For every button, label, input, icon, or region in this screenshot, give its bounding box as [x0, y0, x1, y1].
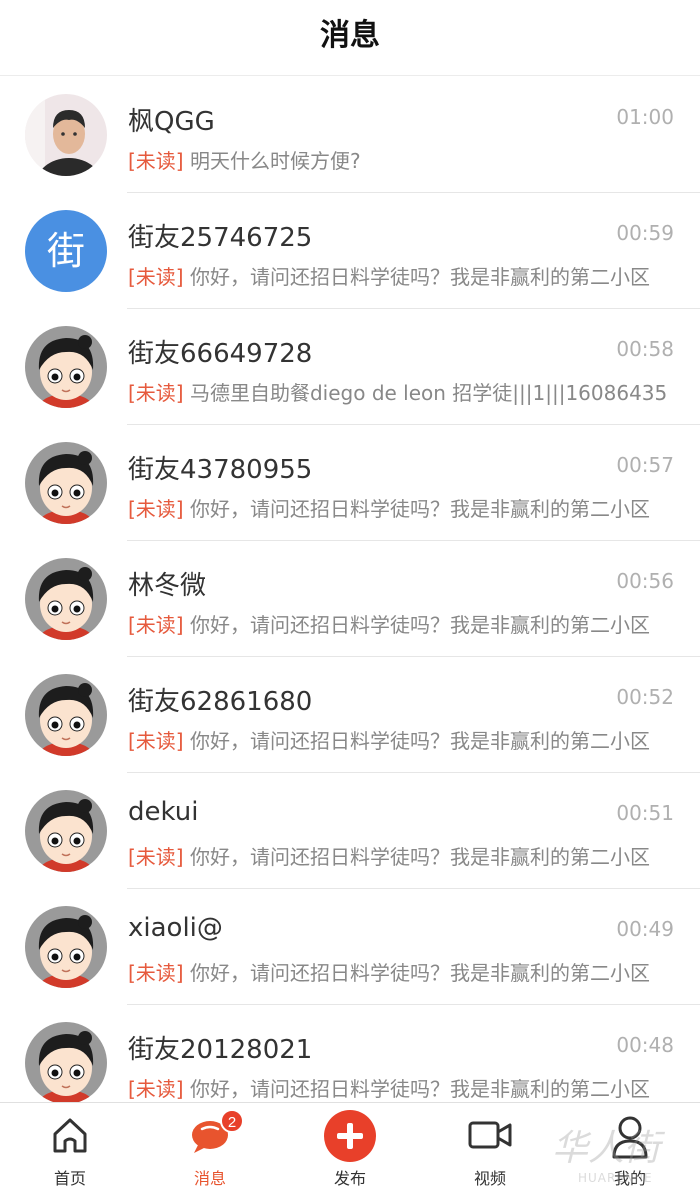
unread-count-badge: 2 — [220, 1109, 244, 1133]
conversation-list[interactable]: 枫QGG 01:00 [未读] 明天什么时候方便? 街街友25746725 00:59 [… — [0, 77, 700, 1102]
conversation-row[interactable]: 街友43780955 00:57 [未读] 你好，请问还招日料学徒吗？我是非赢利的第… — [0, 425, 700, 541]
avatar-default-cartoon — [25, 790, 107, 872]
preview-text: 马德里自助餐diego de leon 招学徒|||1|||16086435 — [189, 381, 668, 405]
unread-tag: [未读] — [128, 1077, 184, 1101]
tab-publish[interactable]: 发布 — [280, 1103, 420, 1192]
message-preview: [未读] 你好，请问还招日料学徒吗？我是非赢利的第二小区 — [128, 261, 676, 290]
contact-name: 林冬微 — [128, 571, 207, 601]
message-time: 00:56 — [616, 569, 674, 593]
conversation-row[interactable]: 街街友25746725 00:59 [未读] 你好，请问还招日料学徒吗？我是非赢利的… — [0, 193, 700, 309]
conversation-row[interactable]: xiaoli@ 00:49 [未读] 你好，请问还招日料学徒吗？我是非赢利的第二小区 — [0, 889, 700, 1005]
contact-name: 枫QGG — [128, 107, 215, 137]
message-preview: [未读] 明天什么时候方便? — [128, 145, 676, 174]
avatar-photo — [25, 94, 107, 176]
contact-name: 街友20128021 — [128, 1035, 313, 1065]
message-time: 01:00 — [616, 105, 674, 129]
home-icon — [50, 1115, 90, 1160]
conversation-row[interactable]: 街友20128021 00:48 [未读] 你好，请问还招日料学徒吗？我是非赢利的第… — [0, 1005, 700, 1102]
tab-messages-label: 消息 — [193, 1169, 226, 1188]
unread-tag: [未读] — [128, 613, 184, 637]
conversation-row[interactable]: 枫QGG 01:00 [未读] 明天什么时候方便? — [0, 77, 700, 193]
message-preview: [未读] 你好，请问还招日料学徒吗？我是非赢利的第二小区 — [128, 725, 676, 754]
message-preview: [未读] 马德里自助餐diego de leon 招学徒|||1|||16086… — [128, 377, 676, 406]
message-time: 00:49 — [616, 917, 674, 941]
avatar-default-cartoon — [25, 558, 107, 640]
unread-tag: [未读] — [128, 729, 184, 753]
preview-text: 你好，请问还招日料学徒吗？我是非赢利的第二小区 — [189, 265, 650, 289]
unread-tag: [未读] — [128, 497, 184, 521]
tab-video-label: 视频 — [473, 1169, 506, 1188]
preview-text: 你好，请问还招日料学徒吗？我是非赢利的第二小区 — [189, 961, 650, 985]
message-preview: [未读] 你好，请问还招日料学徒吗？我是非赢利的第二小区 — [128, 957, 676, 986]
conversation-row[interactable]: 林冬微 00:56 [未读] 你好，请问还招日料学徒吗？我是非赢利的第二小区 — [0, 541, 700, 657]
avatar-default-cartoon — [25, 326, 107, 408]
message-preview: [未读] 你好，请问还招日料学徒吗？我是非赢利的第二小区 — [128, 1073, 676, 1102]
tab-messages[interactable]: 2 消息 — [140, 1103, 280, 1192]
avatar-initial: 街 — [25, 210, 107, 292]
message-time: 00:58 — [616, 337, 674, 361]
message-time: 00:59 — [616, 221, 674, 245]
contact-name: 街友25746725 — [128, 223, 313, 253]
preview-text: 你好，请问还招日料学徒吗？我是非赢利的第二小区 — [189, 613, 650, 637]
header-bar: 消息 — [0, 0, 700, 76]
tab-home-label: 首页 — [53, 1169, 86, 1188]
conversation-row[interactable]: 街友62861680 00:52 [未读] 你好，请问还招日料学徒吗？我是非赢利的第… — [0, 657, 700, 773]
preview-text: 你好，请问还招日料学徒吗？我是非赢利的第二小区 — [189, 497, 650, 521]
avatar-default-cartoon — [25, 906, 107, 988]
message-preview: [未读] 你好，请问还招日料学徒吗？我是非赢利的第二小区 — [128, 841, 676, 870]
unread-tag: [未读] — [128, 265, 184, 289]
message-time: 00:57 — [616, 453, 674, 477]
preview-text: 明天什么时候方便? — [189, 149, 361, 173]
preview-text: 你好，请问还招日料学徒吗？我是非赢利的第二小区 — [189, 1077, 650, 1101]
preview-text: 你好，请问还招日料学徒吗？我是非赢利的第二小区 — [189, 845, 650, 869]
avatar-default-cartoon — [25, 1022, 107, 1102]
contact-name: dekui — [128, 797, 199, 827]
contact-name: 街友62861680 — [128, 687, 313, 717]
tab-video[interactable]: 视频 — [420, 1103, 560, 1192]
contact-name: 街友43780955 — [128, 455, 313, 485]
plus-circle-icon — [323, 1109, 377, 1168]
message-preview: [未读] 你好，请问还招日料学徒吗？我是非赢利的第二小区 — [128, 609, 676, 638]
message-time: 00:52 — [616, 685, 674, 709]
avatar-default-cartoon — [25, 442, 107, 524]
unread-tag: [未读] — [128, 845, 184, 869]
tab-mine[interactable]: 我的 — [560, 1103, 700, 1192]
unread-tag: [未读] — [128, 381, 184, 405]
message-time: 00:48 — [616, 1033, 674, 1057]
contact-name: xiaoli@ — [128, 913, 223, 943]
user-icon — [610, 1115, 650, 1164]
tab-publish-label: 发布 — [333, 1169, 366, 1188]
tab-mine-label: 我的 — [613, 1169, 646, 1188]
unread-tag: [未读] — [128, 961, 184, 985]
video-camera-icon — [467, 1115, 513, 1160]
avatar-default-cartoon — [25, 674, 107, 756]
message-preview: [未读] 你好，请问还招日料学徒吗？我是非赢利的第二小区 — [128, 493, 676, 522]
contact-name: 街友66649728 — [128, 339, 313, 369]
tab-home[interactable]: 首页 — [0, 1103, 140, 1192]
conversation-row[interactable]: 街友66649728 00:58 [未读] 马德里自助餐diego de leon … — [0, 309, 700, 425]
page-title: 消息 — [320, 18, 380, 53]
message-time: 00:51 — [616, 801, 674, 825]
conversation-row[interactable]: dekui 00:51 [未读] 你好，请问还招日料学徒吗？我是非赢利的第二小区 — [0, 773, 700, 889]
preview-text: 你好，请问还招日料学徒吗？我是非赢利的第二小区 — [189, 729, 650, 753]
unread-tag: [未读] — [128, 149, 184, 173]
bottom-tab-bar: 首页 2 消息 发布 视频 我的 — [0, 1102, 700, 1192]
